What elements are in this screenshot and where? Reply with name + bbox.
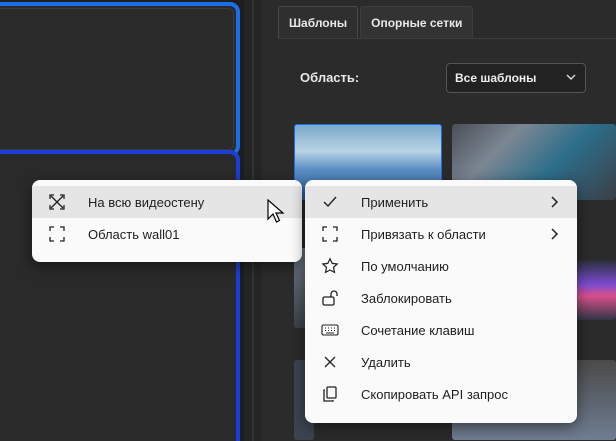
tab-divider: [278, 38, 616, 39]
submenu-item-area-wall01[interactable]: Область wall01: [32, 218, 302, 250]
template-context-menu: Применить Привязать к области По умолчан…: [305, 180, 577, 423]
menu-item-delete[interactable]: Удалить: [305, 346, 577, 378]
menu-item-label: Удалить: [361, 354, 411, 370]
chevron-right-icon: [551, 196, 559, 208]
submenu-item-label: Область wall01: [88, 226, 180, 242]
chevron-down-icon: [565, 71, 577, 86]
apply-submenu: На всю видеостену Область wall01: [32, 180, 302, 262]
area-label: Область:: [300, 70, 360, 85]
tab-bar: Шаблоны Опорные сетки: [278, 6, 475, 38]
close-icon: [319, 351, 341, 373]
menu-item-label: Заблокировать: [361, 290, 452, 306]
keyboard-icon: [319, 319, 341, 341]
tab-reference-grids[interactable]: Опорные сетки: [360, 6, 474, 38]
chevron-right-icon: [551, 228, 559, 240]
unlock-icon: [319, 287, 341, 309]
check-icon: [319, 191, 341, 213]
menu-item-label: Скопировать API запрос: [361, 386, 509, 402]
menu-item-lock[interactable]: Заблокировать: [305, 282, 577, 314]
area-select[interactable]: Все шаблоны: [446, 63, 586, 93]
fullscreen-expand-icon: [46, 191, 68, 213]
mouse-cursor-icon: [267, 199, 285, 223]
menu-item-shortcut[interactable]: Сочетание клавиш: [305, 314, 577, 346]
area-select-value: Все шаблоны: [455, 71, 537, 85]
submenu-item-label: На всю видеостену: [88, 194, 205, 210]
menu-item-default[interactable]: По умолчанию: [305, 250, 577, 282]
star-icon: [319, 255, 341, 277]
region-corners-icon: [46, 223, 68, 245]
menu-item-apply[interactable]: Применить: [305, 186, 577, 218]
region-corners-icon: [319, 223, 341, 245]
menu-item-copy-api[interactable]: Скопировать API запрос: [305, 378, 577, 410]
wall-window-top[interactable]: [0, 2, 240, 156]
menu-item-label: Привязать к области: [361, 226, 486, 242]
menu-item-bind-area[interactable]: Привязать к области: [305, 218, 577, 250]
copy-icon: [319, 383, 341, 405]
menu-item-label: По умолчанию: [361, 258, 449, 274]
menu-item-label: Сочетание клавиш: [361, 322, 475, 338]
submenu-item-full-wall[interactable]: На всю видеостену: [32, 186, 302, 218]
menu-item-label: Применить: [361, 194, 429, 210]
tab-templates[interactable]: Шаблоны: [278, 6, 359, 38]
